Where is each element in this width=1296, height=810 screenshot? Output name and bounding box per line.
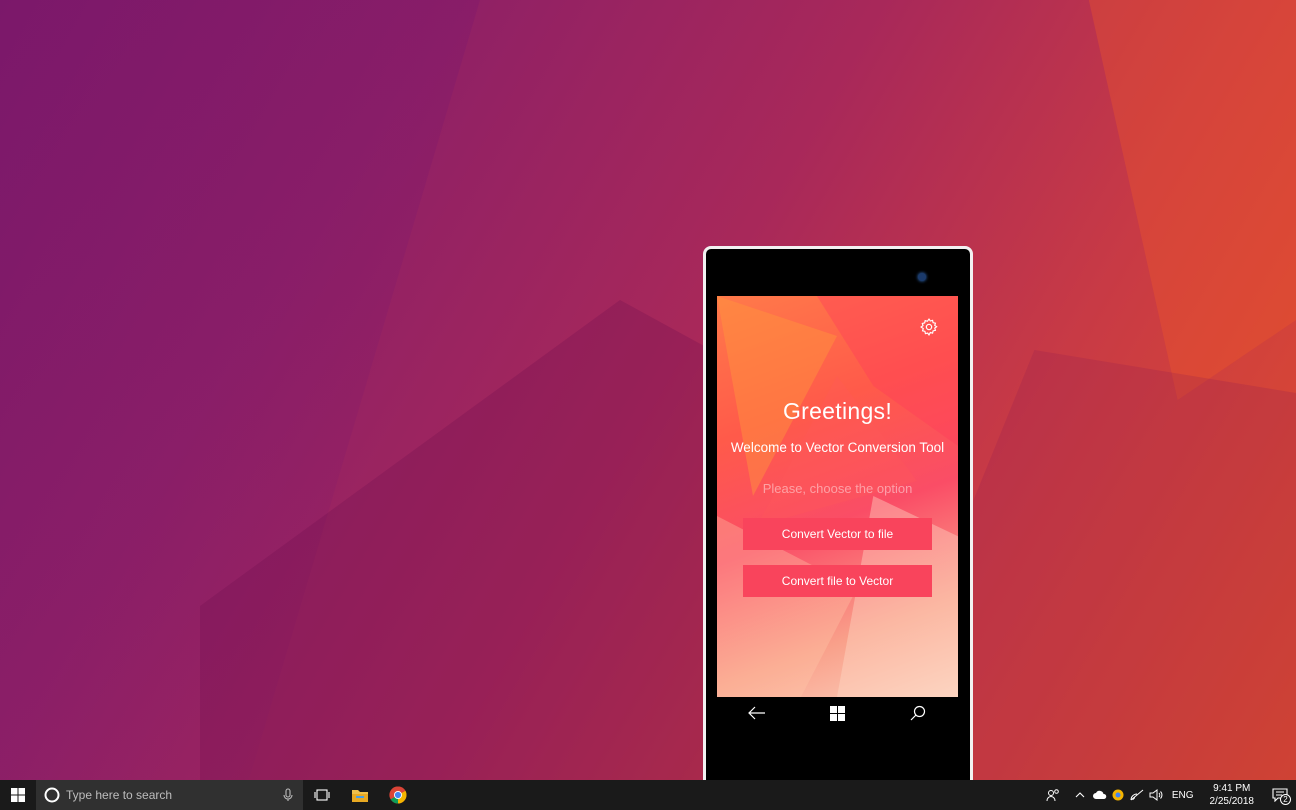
choose-option-prompt: Please, choose the option xyxy=(762,481,913,496)
volume-icon[interactable] xyxy=(1147,780,1166,810)
search-placeholder: Type here to search xyxy=(66,788,173,802)
phone-frame: Greetings! Welcome to Vector Conversion … xyxy=(703,246,973,786)
chevron-up-icon[interactable] xyxy=(1071,780,1090,810)
clock-time: 9:41 PM xyxy=(1213,783,1251,794)
welcome-text: Welcome to Vector Conversion Tool xyxy=(730,440,945,455)
search-icon[interactable] xyxy=(903,701,933,725)
file-explorer-icon[interactable] xyxy=(341,780,379,810)
onedrive-icon[interactable] xyxy=(1090,780,1109,810)
convert-vector-to-file-button[interactable]: Convert Vector to file xyxy=(743,518,932,550)
clock-date: 2/25/2018 xyxy=(1209,796,1255,807)
action-center-icon[interactable]: 2 xyxy=(1264,780,1296,810)
people-icon[interactable] xyxy=(1044,780,1063,810)
cortana-icon xyxy=(44,787,60,803)
clock[interactable]: 9:41 PM 2/25/2018 xyxy=(1200,782,1265,808)
settings-gear-icon[interactable] xyxy=(918,316,940,338)
start-button[interactable] xyxy=(0,780,36,810)
convert-file-to-vector-button[interactable]: Convert file to Vector xyxy=(743,565,932,597)
language-indicator[interactable]: ENG xyxy=(1166,790,1200,801)
app-screen: Greetings! Welcome to Vector Conversion … xyxy=(717,296,958,697)
notification-count-badge: 2 xyxy=(1280,794,1291,805)
chrome-icon[interactable] xyxy=(379,780,417,810)
camera-icon xyxy=(918,273,926,281)
microphone-icon[interactable] xyxy=(283,788,293,802)
windows-logo-icon[interactable] xyxy=(822,701,852,725)
greeting-title: Greetings! xyxy=(782,398,893,424)
system-tray: ENG 9:41 PM 2/25/2018 2 xyxy=(1044,780,1296,810)
task-view-icon[interactable] xyxy=(303,780,341,810)
taskbar-search-box[interactable]: Type here to search xyxy=(36,780,303,810)
back-arrow-icon[interactable] xyxy=(742,701,772,725)
wifi-icon[interactable] xyxy=(1128,780,1147,810)
chrome-tray-icon[interactable] xyxy=(1109,780,1128,810)
phone-navigation-bar xyxy=(717,698,958,728)
taskbar: Type here to search ENG 9:41 PM 2/25/201… xyxy=(0,780,1296,810)
